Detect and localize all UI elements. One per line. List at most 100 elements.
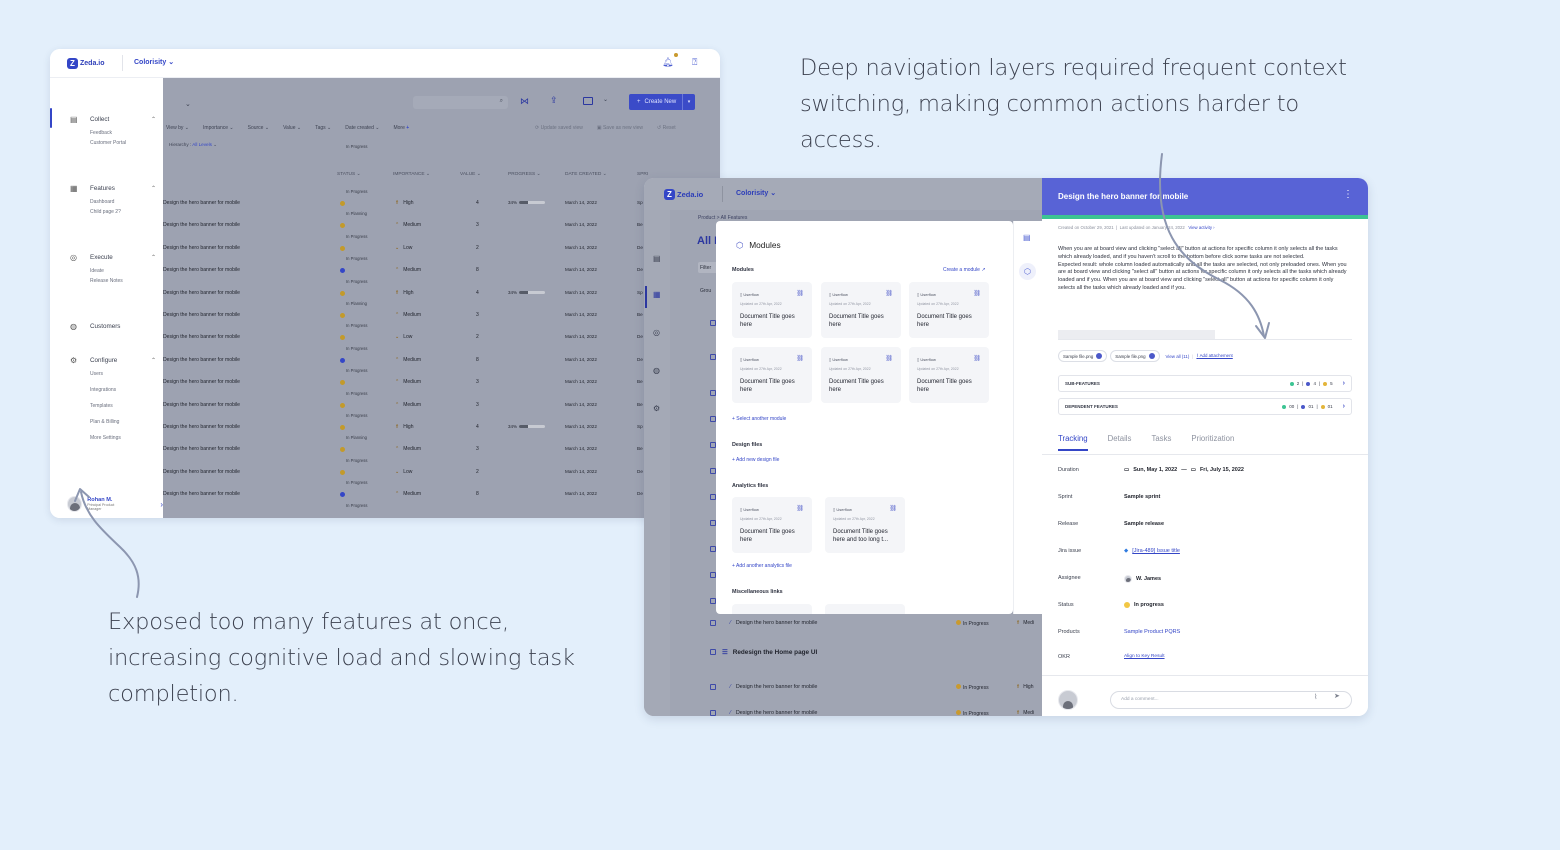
- table-row[interactable]: In Progress Design the hero banner for mo…: [163, 323, 720, 346]
- document-card[interactable]: ▯ Userflow Updated on 27th Apr, 2022 Docum…: [821, 347, 901, 403]
- clipboard-icon[interactable]: ▦: [653, 290, 661, 299]
- sidebar-subitem-release-notes[interactable]: Release Notes: [90, 278, 156, 288]
- table-row[interactable]: In Progress Design the hero banner for mo…: [163, 458, 720, 481]
- table-row[interactable]: ⁄ Design the hero banner for mobile In Pro…: [710, 710, 1040, 716]
- update-view-button[interactable]: ⟳ Update saved view: [535, 125, 583, 131]
- sidebar-subitem-child-page[interactable]: Child page 2?: [90, 209, 156, 219]
- tab-tracking[interactable]: Tracking: [1058, 434, 1088, 451]
- check-circle-icon[interactable]: ◎: [653, 328, 660, 337]
- row-checkbox[interactable]: [710, 710, 716, 716]
- table-row[interactable]: ⁄ Design the hero banner for mobile In Pro…: [710, 620, 1040, 630]
- select-another-module-link[interactable]: + Select another module: [732, 416, 786, 422]
- status-value[interactable]: In progress: [1124, 602, 1164, 608]
- link-icon[interactable]: ⛓: [973, 290, 981, 297]
- link-icon[interactable]: ⛓: [973, 355, 981, 362]
- table-row[interactable]: In Planning Design the hero banner for mo…: [163, 435, 720, 458]
- user-profile[interactable]: Rohan M. Principal Product Manager ›: [67, 496, 163, 512]
- feature-name[interactable]: Design the hero banner for mobile: [163, 267, 240, 273]
- save-view-button[interactable]: ▣ Save as new view: [597, 125, 643, 131]
- chevron-down-icon[interactable]: ⌄: [185, 100, 191, 108]
- feature-name[interactable]: Design the hero banner for mobile: [163, 379, 240, 385]
- filter-view-by[interactable]: View by ⌄: [166, 125, 189, 131]
- sidebar-subitem-feedback[interactable]: Feedback: [90, 130, 156, 140]
- create-new-button[interactable]: + Create New ▾: [629, 94, 695, 110]
- row-checkbox[interactable]: [710, 620, 716, 626]
- feature-name[interactable]: Design the hero banner for mobile: [163, 424, 240, 430]
- release-value[interactable]: Sample release: [1124, 521, 1164, 527]
- feature-name[interactable]: Design the hero banner for mobile: [163, 290, 240, 296]
- sidebar-subitem-integrations[interactable]: Integrations: [90, 387, 156, 397]
- create-module-link[interactable]: Create a module ↗: [943, 267, 986, 273]
- add-design-file-link[interactable]: + Add new design file: [732, 457, 779, 463]
- feature-name[interactable]: Design the hero banner for mobile: [163, 222, 240, 228]
- search-input[interactable]: ⌕: [413, 96, 508, 109]
- sidebar-item-execute[interactable]: ◎ Execute ⌃: [70, 252, 156, 262]
- link-icon[interactable]: ⛓: [796, 505, 804, 512]
- sidebar-subitem-dashboard[interactable]: Dashboard: [90, 199, 156, 209]
- table-row[interactable]: In Planning Design the hero banner for mo…: [163, 301, 720, 324]
- link-icon[interactable]: ⛓: [885, 290, 893, 297]
- filter-importance[interactable]: Importance ⌄: [203, 125, 234, 131]
- sidebar-subitem-customer-portal[interactable]: Customer Portal: [90, 140, 156, 150]
- filter-date-created[interactable]: Date created ⌄: [345, 125, 379, 131]
- feature-name[interactable]: Design the hero banner for mobile: [163, 334, 240, 340]
- misc-link-card[interactable]: [732, 604, 812, 614]
- link-icon[interactable]: ⛓: [796, 355, 804, 362]
- attachment-chip[interactable]: Sample file.png: [1058, 350, 1108, 362]
- assignee-value[interactable]: W. James: [1124, 575, 1161, 583]
- filter-value[interactable]: Value ⌄: [283, 125, 301, 131]
- misc-link-card[interactable]: [825, 604, 905, 614]
- link-icon[interactable]: ⛓: [889, 505, 897, 512]
- cube-icon[interactable]: ⬡: [1019, 263, 1036, 280]
- sub-features-row[interactable]: SUB-FEATURES 2 | 4 | 5 ›: [1058, 375, 1352, 392]
- feature-name[interactable]: Design the hero banner for mobile: [163, 402, 240, 408]
- document-card[interactable]: ▯ Userflow Updated on 27th Apr, 2022 Docum…: [909, 347, 989, 403]
- send-icon[interactable]: ➤: [1334, 692, 1340, 700]
- sidebar-item-features[interactable]: ▦ Features ⌃: [70, 183, 156, 193]
- row-checkbox[interactable]: [710, 684, 716, 690]
- sidebar-item-configure[interactable]: ⚙ Configure ⌃: [70, 355, 156, 365]
- feature-name[interactable]: Design the hero banner for mobile: [163, 200, 240, 206]
- tab-prioritization[interactable]: Prioritization: [1191, 434, 1234, 451]
- dependent-features-row[interactable]: DEPENDENT FEATURES 00 | 01 | 01 ›: [1058, 398, 1352, 415]
- feature-name[interactable]: Design the hero banner for mobile: [163, 245, 240, 251]
- document-card[interactable]: ▯ Userflow Updated on 27th Apr, 2022 Docum…: [732, 282, 812, 338]
- filter-tags[interactable]: Tags ⌄: [315, 125, 331, 131]
- document-card[interactable]: ▯ Userflow Updated on 27th Apr, 2022 Docum…: [732, 497, 812, 553]
- users-icon[interactable]: ◍: [653, 366, 660, 375]
- col-value[interactable]: VALUE ⌄: [460, 172, 481, 177]
- okr-link[interactable]: Align to Key Result: [1124, 654, 1165, 659]
- tab-details[interactable]: Details: [1108, 434, 1132, 451]
- attachment-chip[interactable]: Sample file.png: [1110, 350, 1160, 362]
- filter-more[interactable]: More +: [393, 125, 409, 131]
- add-analytics-file-link[interactable]: + Add another analytics file: [732, 563, 792, 569]
- view-all-attachments-link[interactable]: View all (11): [1166, 354, 1190, 359]
- brand-logo[interactable]: Z Zeda.io: [67, 58, 105, 69]
- table-row[interactable]: In Progress Design the hero banner for mo…: [163, 391, 720, 414]
- gear-icon[interactable]: ⚙: [653, 404, 660, 413]
- brand-logo[interactable]: Z Zeda.io: [664, 189, 703, 200]
- add-attachment-link[interactable]: ⌇ Add attachement: [1196, 353, 1232, 359]
- workspace-switcher[interactable]: Colorisity ⌄: [122, 55, 174, 71]
- feature-name[interactable]: Design the hero banner for mobile: [163, 357, 240, 363]
- col-date-created[interactable]: DATE CREATED ⌄: [565, 172, 607, 177]
- table-row[interactable]: In Progress Design the hero banner for mo…: [163, 368, 720, 391]
- help-chat-icon[interactable]: ⍰: [692, 57, 697, 68]
- table-row[interactable]: In Progress Design the hero banner for mo…: [163, 256, 720, 279]
- table-row[interactable]: In Planning Design the hero banner for mo…: [163, 211, 720, 234]
- chat-icon[interactable]: ▤: [1023, 233, 1031, 242]
- feature-name[interactable]: Design the hero banner for mobile: [163, 312, 240, 318]
- col-status[interactable]: STATUS ⌄: [337, 172, 361, 177]
- feature-name[interactable]: Design the hero banner for mobile: [163, 469, 240, 475]
- sidebar-subitem-more-settings[interactable]: More Settings›: [90, 435, 166, 445]
- table-row[interactable]: In Progress Design the hero banner for mo…: [163, 346, 720, 369]
- sidebar-subitem-users[interactable]: Users: [90, 371, 156, 381]
- table-row[interactable]: In Progress Design the hero banner for mo…: [163, 279, 720, 302]
- duration-value[interactable]: ▭ Sun, May 1, 2022— ▭ Fri, July 15, 2022: [1124, 467, 1244, 473]
- row-checkbox[interactable]: [710, 649, 716, 655]
- sidebar-subitem-plan-billing[interactable]: Plan & Billing: [90, 419, 156, 429]
- products-value[interactable]: Sample Product PQRS: [1124, 629, 1180, 635]
- link-icon[interactable]: ⛓: [796, 290, 804, 297]
- hierarchy-selector[interactable]: Hierarchy : All Levels ⌄: [169, 142, 217, 148]
- sidebar-item-collect[interactable]: ▤ Collect ⌃: [70, 114, 156, 124]
